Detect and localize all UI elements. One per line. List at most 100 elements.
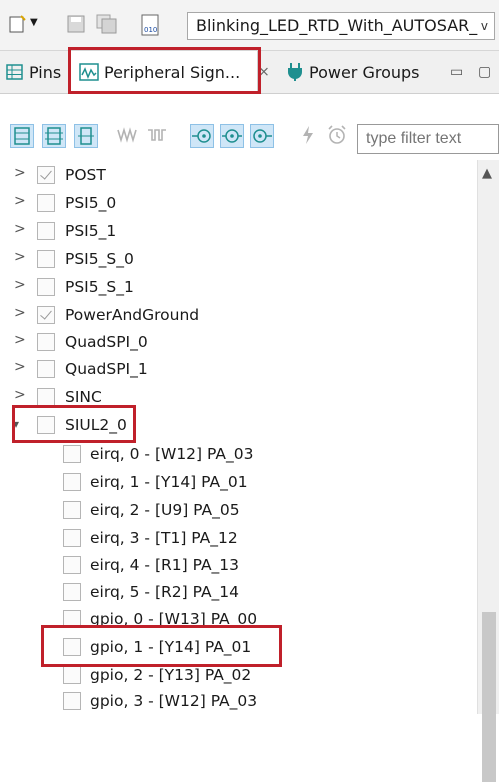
main-toolbar: ▼ 010 Blinking_LED_RTD_With_AUTOSAR_ v [0, 0, 499, 51]
tree-item-quadspi-0[interactable]: > QuadSPI_0 [0, 329, 477, 355]
dropdown-arrow-icon[interactable]: ▼ [30, 17, 42, 37]
tree-child-label: gpio, 0 - [W13] PA_00 [90, 610, 258, 628]
save-all-icon[interactable] [96, 14, 117, 34]
chevron-up-icon[interactable]: ▲ [482, 166, 492, 181]
checkbox[interactable] [63, 445, 81, 463]
tree-child-label: eirq, 2 - [U9] PA_05 [90, 501, 240, 519]
checkbox[interactable] [37, 222, 55, 240]
tree-child-item[interactable]: eirq, 3 - [T1] PA_12 [0, 525, 477, 551]
checkbox[interactable] [63, 501, 81, 519]
tab-peripheral-signals-label: Peripheral Sign... [104, 62, 241, 82]
tree-child-label: eirq, 0 - [W12] PA_03 [90, 445, 254, 463]
tab-power-groups[interactable]: Power Groups [286, 51, 420, 93]
maximize-icon[interactable]: ▢ [478, 51, 491, 93]
waveform-icon [79, 63, 99, 81]
table-icon [6, 64, 23, 80]
pulse-wave-icon[interactable] [146, 124, 170, 148]
checkbox[interactable] [37, 388, 55, 406]
tree-item-psi5-1[interactable]: > PSI5_1 [0, 218, 477, 244]
filter-input[interactable] [357, 124, 499, 154]
tree-child-label: eirq, 5 - [R2] PA_14 [90, 583, 240, 601]
tree-item-label: PowerAndGround [65, 306, 200, 324]
expand-all-icon[interactable] [42, 124, 66, 148]
chevron-down-icon[interactable]: ▾ [13, 417, 27, 437]
tree-child-label: eirq, 1 - [Y14] PA_01 [90, 473, 248, 491]
chevron-right-icon[interactable]: > [14, 221, 28, 241]
view-tabs: Pins Peripheral Sign... ⨯ Power Groups ▭… [0, 51, 499, 94]
binary-file-icon[interactable]: 010 [140, 14, 160, 36]
show-peripheral-icon[interactable] [74, 124, 98, 148]
tree-child-item[interactable]: eirq, 4 - [R1] PA_13 [0, 552, 477, 578]
checkbox[interactable] [63, 692, 81, 710]
tab-pins-label: Pins [29, 62, 62, 82]
signal-wave-icon[interactable] [116, 124, 140, 148]
tree-child-item[interactable]: eirq, 5 - [R2] PA_14 [0, 579, 477, 605]
checkbox[interactable] [63, 583, 81, 601]
new-config-icon[interactable] [8, 14, 28, 34]
alarm-clock-icon[interactable] [326, 124, 350, 148]
checkbox[interactable] [37, 194, 55, 212]
tree-child-label: gpio, 3 - [W12] PA_03 [90, 692, 258, 710]
tree-item-post[interactable]: > POST [0, 162, 477, 188]
chevron-right-icon[interactable]: > [14, 277, 28, 297]
save-icon[interactable] [66, 14, 86, 34]
tab-peripheral-signals[interactable]: Peripheral Sign... [70, 51, 258, 93]
tree-item-quadspi-1[interactable]: > QuadSPI_1 [0, 356, 477, 382]
route-through-icon[interactable] [220, 124, 244, 148]
checkbox[interactable] [37, 333, 55, 351]
tab-power-groups-label: Power Groups [309, 62, 420, 82]
checkbox[interactable] [63, 666, 81, 684]
tree-item-sinc[interactable]: > SINC [0, 384, 477, 410]
chevron-right-icon[interactable]: > [14, 332, 28, 352]
tree-child-item[interactable]: gpio, 0 - [W13] PA_00 [0, 606, 477, 632]
tree-child-label: gpio, 1 - [Y14] PA_01 [90, 638, 252, 656]
chevron-right-icon[interactable]: > [14, 305, 28, 325]
tree-item-label: QuadSPI_0 [65, 333, 148, 351]
tree-child-item[interactable]: gpio, 3 - [W12] PA_03 [0, 688, 477, 714]
chevron-right-icon[interactable]: > [14, 387, 28, 407]
chevron-right-icon[interactable]: > [14, 193, 28, 213]
checkbox[interactable] [37, 166, 55, 184]
vertical-scrollbar[interactable]: ▲ [477, 160, 499, 782]
tree-child-item[interactable]: gpio, 1 - [Y14] PA_01 [0, 634, 477, 660]
tree-child-label: eirq, 4 - [R1] PA_13 [90, 556, 240, 574]
checkbox[interactable] [37, 278, 55, 296]
tree-child-item[interactable]: gpio, 2 - [Y13] PA_02 [0, 662, 477, 688]
tree-child-item[interactable]: eirq, 0 - [W12] PA_03 [0, 441, 477, 467]
chevron-right-icon[interactable]: > [14, 165, 28, 185]
tree-child-item[interactable]: eirq, 2 - [U9] PA_05 [0, 497, 477, 523]
checkbox[interactable] [63, 610, 81, 628]
close-tab-icon[interactable]: ⨯ [258, 51, 270, 93]
chevron-right-icon[interactable]: > [14, 359, 28, 379]
checkbox[interactable] [37, 416, 55, 434]
signals-tree: > POST > PSI5_0 > PSI5_1 > PSI5_S_0 > PS… [0, 160, 477, 714]
tree-item-power-and-ground[interactable]: > PowerAndGround [0, 302, 477, 328]
checkbox[interactable] [37, 250, 55, 268]
chevron-down-icon[interactable]: v [481, 13, 488, 39]
tree-item-psi5-s-0[interactable]: > PSI5_S_0 [0, 246, 477, 272]
tab-pins[interactable]: Pins [6, 51, 61, 93]
checkbox[interactable] [63, 529, 81, 547]
tree-item-psi5-0[interactable]: > PSI5_0 [0, 190, 477, 216]
tree-child-label: gpio, 2 - [Y13] PA_02 [90, 666, 252, 684]
checkbox[interactable] [37, 360, 55, 378]
tree-child-item[interactable]: eirq, 1 - [Y14] PA_01 [0, 469, 477, 495]
tree-item-siul2-0[interactable]: ▾ SIUL2_0 [0, 412, 477, 438]
chevron-right-icon[interactable]: > [14, 249, 28, 269]
route-in-icon[interactable] [190, 124, 214, 148]
configuration-combo[interactable]: Blinking_LED_RTD_With_AUTOSAR_ v [187, 12, 495, 40]
plug-icon [288, 63, 302, 81]
svg-text:010: 010 [144, 26, 157, 34]
checkbox[interactable] [63, 638, 81, 656]
tree-item-label: PSI5_1 [65, 222, 117, 240]
minimize-icon[interactable]: ▭ [450, 51, 463, 93]
checkbox[interactable] [63, 473, 81, 491]
tree-item-label: PSI5_S_0 [65, 250, 134, 268]
checkbox[interactable] [63, 556, 81, 574]
scrollbar-thumb[interactable] [482, 612, 496, 782]
tree-item-psi5-s-1[interactable]: > PSI5_S_1 [0, 274, 477, 300]
checkbox[interactable] [37, 306, 55, 324]
collapse-all-icon[interactable] [10, 124, 34, 148]
route-out-icon[interactable] [250, 124, 274, 148]
power-bolt-icon[interactable] [298, 124, 322, 148]
